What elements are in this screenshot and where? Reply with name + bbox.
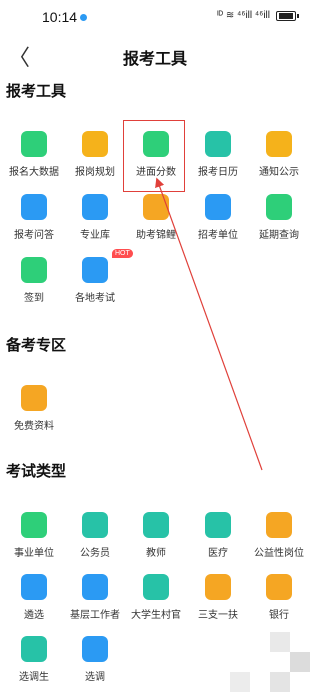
annotation-arrow: [155, 177, 263, 471]
corner-scrim: [230, 632, 310, 692]
